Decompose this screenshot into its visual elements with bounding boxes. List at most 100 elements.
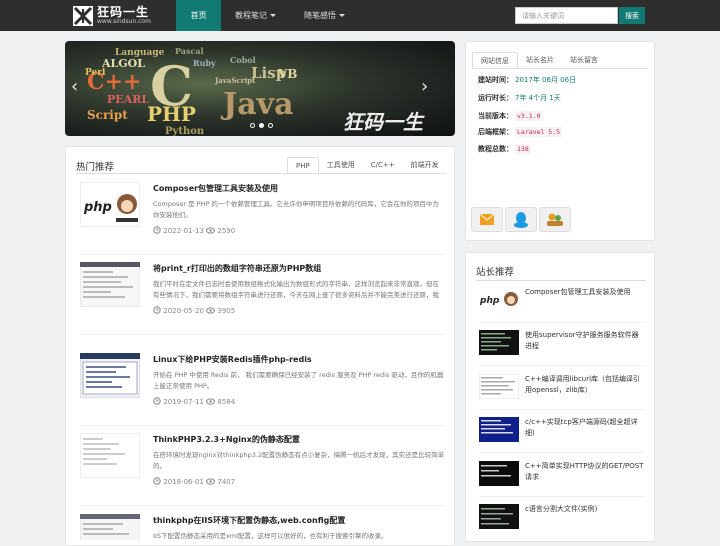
site-info-tabs: 网站信息 站长名片 站长留言 bbox=[472, 52, 606, 69]
article-desc: Composer 是 PHP 的一个依赖管理工具。它允许你申明项目所依赖的代码库… bbox=[153, 200, 439, 219]
clock-icon bbox=[153, 226, 161, 236]
nav-item-home[interactable]: 首页 bbox=[176, 0, 221, 31]
info-founded: 建站时间： 2017年 06月 06日 bbox=[478, 76, 577, 84]
article-item[interactable]: Linux下给PHP安装Redis插件php-redis 开始在 PHP 中使用… bbox=[80, 353, 445, 433]
article-item[interactable]: thinkphp在IIS环境下配置伪静态,web.config配置 IIS下配置… bbox=[80, 514, 445, 540]
tab-php[interactable]: PHP bbox=[287, 157, 319, 174]
recommend-item[interactable]: C++编译调用libcurl库（包括编译引用openssl，zlib库） bbox=[479, 374, 645, 410]
eye-icon bbox=[206, 397, 216, 407]
group-button[interactable] bbox=[539, 207, 571, 232]
banner-signature: 狂码一生 bbox=[343, 110, 425, 134]
info-version: 当前版本： v3.1.0 bbox=[478, 111, 543, 121]
article-meta: 2020-05-20 3905 bbox=[153, 306, 235, 316]
recommend-title[interactable]: c语言分割大文件(实例) bbox=[525, 504, 645, 515]
banner-word: Ruby bbox=[193, 58, 216, 68]
article-thumbnail[interactable] bbox=[80, 433, 140, 478]
article-thumbnail[interactable] bbox=[80, 514, 140, 540]
eye-icon bbox=[206, 306, 216, 316]
recommend-thumbnail[interactable] bbox=[479, 417, 519, 442]
banner-word: JavaScript bbox=[214, 76, 256, 85]
eye-icon bbox=[206, 226, 216, 236]
recommend-thumbnail[interactable] bbox=[479, 504, 519, 529]
article-meta: 2019-07-11 8584 bbox=[153, 397, 235, 407]
carousel-dot[interactable] bbox=[250, 123, 255, 128]
article-desc: 在搭环境时发现nginx对thinkphp3.2配置伪静态有点小复杂，搞腾一帆后… bbox=[153, 451, 445, 470]
article-desc: 我们平时在定文件日志时会使用数组格式化输出为数组形式的字符串，这样浏览起来非常直… bbox=[153, 280, 439, 299]
nav-item-tutorials[interactable]: 教程笔记 bbox=[221, 0, 290, 31]
carousel-dots bbox=[250, 123, 273, 128]
banner-word: PHP bbox=[147, 102, 196, 126]
tab-site-info[interactable]: 网站信息 bbox=[472, 52, 518, 69]
recommend-title[interactable]: c/c++实现tcp客户端源码(超全超详细) bbox=[525, 417, 645, 439]
banner-word: Script bbox=[87, 108, 128, 122]
recommend-title[interactable]: C++编译调用libcurl库（包括编译引用openssl，zlib库） bbox=[525, 374, 645, 396]
site-info-card: 网站信息 站长名片 站长留言 建站时间： 2017年 06月 06日 运行时长： 7… bbox=[465, 41, 655, 241]
qq-icon bbox=[514, 212, 528, 228]
clock-icon bbox=[153, 397, 161, 407]
svg-text:php: php bbox=[479, 296, 500, 306]
tab-guestbook[interactable]: 站长留言 bbox=[562, 52, 606, 69]
mail-button[interactable] bbox=[471, 207, 503, 232]
chevron-down-icon bbox=[270, 14, 276, 17]
recommend-thumbnail[interactable] bbox=[479, 461, 519, 486]
recommend-title[interactable]: Composer包管理工具安装及使用 bbox=[525, 287, 645, 298]
logo-mark-icon bbox=[73, 6, 93, 26]
article-thumbnail[interactable]: php bbox=[80, 182, 140, 227]
eye-icon bbox=[206, 477, 216, 487]
recommend-item[interactable]: php Composer包管理工具安装及使用 bbox=[479, 287, 645, 323]
banner-word: Perl bbox=[85, 68, 106, 78]
tab-owner-card[interactable]: 站长名片 bbox=[518, 52, 562, 69]
banner-word: Cobol bbox=[230, 55, 256, 65]
article-title[interactable]: thinkphp在IIS环境下配置伪静态,web.config配置 bbox=[153, 515, 345, 526]
recommend-item[interactable]: c/c++实现tcp客户端源码(超全超详细) bbox=[479, 417, 645, 453]
article-title[interactable]: 将print_r打印出的数组字符串还原为PHP数组 bbox=[153, 263, 321, 274]
mail-icon bbox=[479, 213, 495, 225]
tab-cpp[interactable]: C/C++ bbox=[363, 157, 403, 174]
brand-name: 狂码一生 bbox=[97, 5, 150, 19]
article-item[interactable]: ThinkPHP3.2.3+Nginx的伪静态配置 在搭环境时发现nginx对t… bbox=[80, 433, 445, 513]
info-tutorial-count: 教程总数： 138 bbox=[478, 144, 531, 154]
hot-section-title: 热门推荐 bbox=[76, 162, 115, 173]
article-title[interactable]: Linux下给PHP安装Redis插件php-redis bbox=[153, 354, 312, 365]
article-title[interactable]: ThinkPHP3.2.3+Nginx的伪静态配置 bbox=[153, 434, 300, 445]
tab-frontend[interactable]: 前端开发 bbox=[403, 157, 447, 174]
article-desc: IIS下配置伪静态采用的是xml配置，这样可以很好的，也有利于搜索引擎的收录。 bbox=[153, 532, 388, 540]
tab-tools[interactable]: 工具使用 bbox=[319, 157, 363, 174]
svg-text:php: php bbox=[83, 200, 112, 215]
search-input[interactable] bbox=[515, 7, 618, 24]
recommend-thumbnail[interactable]: php bbox=[479, 287, 519, 312]
carousel-next-icon[interactable]: › bbox=[421, 78, 428, 96]
users-icon bbox=[547, 213, 563, 226]
article-thumbnail[interactable] bbox=[80, 262, 140, 307]
info-uptime: 运行时长： 7年 4个月 1天 bbox=[478, 94, 561, 102]
qq-button[interactable] bbox=[505, 207, 537, 232]
nav-item-essays[interactable]: 随笔感悟 bbox=[290, 0, 359, 31]
banner-carousel[interactable]: Language Pascal C++ ALGOL C Java PHP PEA… bbox=[65, 41, 455, 136]
article-item[interactable]: php Composer包管理工具安装及使用 Composer 是 PHP 的一… bbox=[80, 182, 445, 262]
info-framework: 后端框架： Laravel 5.5 bbox=[478, 127, 563, 137]
recommend-title[interactable]: 使用supervisor守护服务服务软件器进程 bbox=[525, 330, 645, 352]
top-navbar: 狂码一生 www.sindsun.com 首页 教程笔记 随笔感悟 搜索 bbox=[0, 0, 720, 31]
carousel-dot[interactable] bbox=[259, 123, 264, 128]
recommend-section-title: 站长推荐 bbox=[476, 267, 515, 278]
banner-word: Python bbox=[165, 126, 205, 136]
main-menu: 首页 教程笔记 随笔感悟 bbox=[176, 0, 359, 31]
recommend-item[interactable]: 使用supervisor守护服务服务软件器进程 bbox=[479, 330, 645, 366]
carousel-dot[interactable] bbox=[268, 123, 273, 128]
site-logo[interactable]: 狂码一生 www.sindsun.com bbox=[73, 5, 151, 27]
article-item[interactable]: 将print_r打印出的数组字符串还原为PHP数组 我们平时在定文件日志时会使用… bbox=[80, 262, 445, 342]
clock-icon bbox=[153, 477, 161, 487]
recommend-item[interactable]: C++简单实现HTTP协议的GET/POST请求 bbox=[479, 461, 645, 497]
article-title[interactable]: Composer包管理工具安装及使用 bbox=[153, 183, 278, 194]
carousel-prev-icon[interactable]: ‹ bbox=[71, 78, 78, 96]
article-thumbnail[interactable] bbox=[80, 353, 140, 398]
banner-word: PEARL bbox=[107, 93, 149, 106]
recommend-thumbnail[interactable] bbox=[479, 330, 519, 355]
article-desc: 开始在 PHP 中使用 Redis 前， 我们需要确保已经安装了 redis 服… bbox=[153, 371, 444, 390]
search-button[interactable]: 搜索 bbox=[619, 7, 645, 24]
banner-word: ALGOL bbox=[101, 57, 145, 70]
recommend-item[interactable]: c语言分割大文件(实例) bbox=[479, 504, 645, 540]
recommend-title[interactable]: C++简单实现HTTP协议的GET/POST请求 bbox=[525, 461, 645, 483]
clock-icon bbox=[153, 306, 161, 316]
recommend-thumbnail[interactable] bbox=[479, 374, 519, 399]
